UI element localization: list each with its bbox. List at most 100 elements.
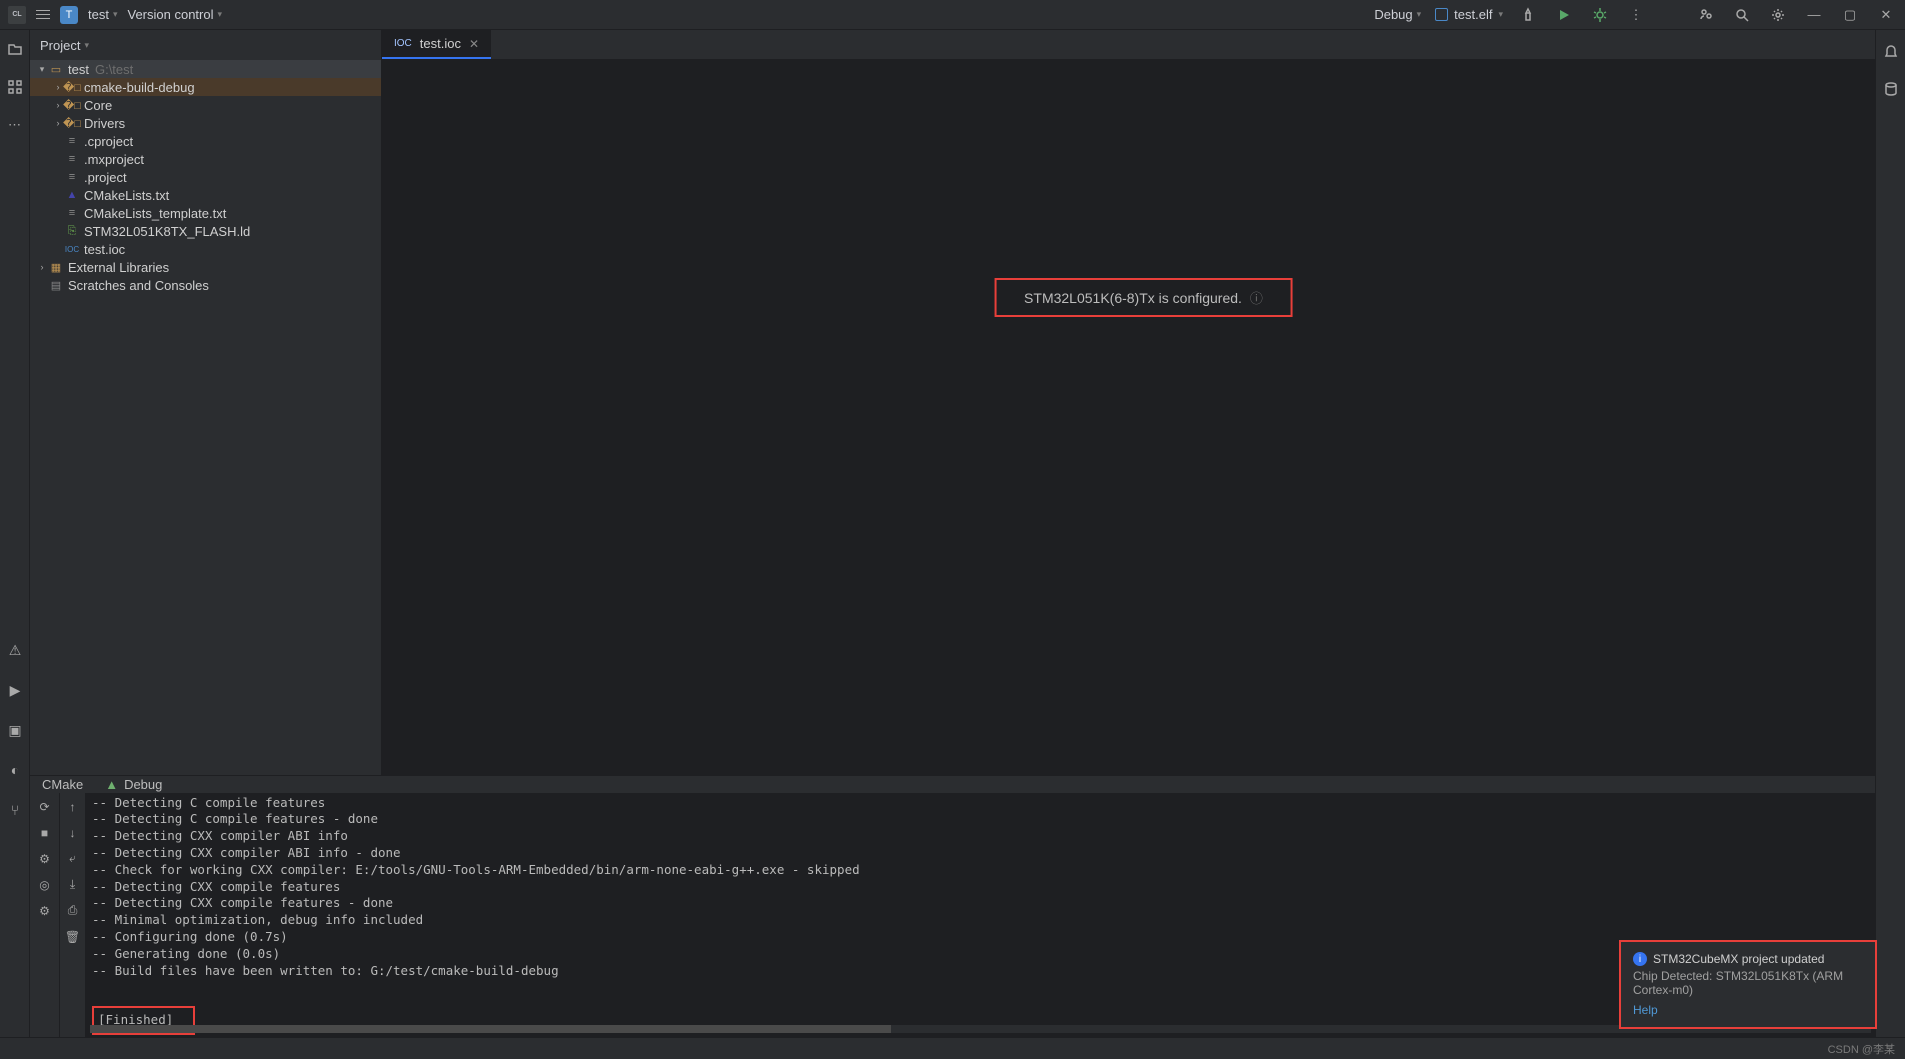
console-scrollbar[interactable] — [90, 1025, 1871, 1033]
chevron-down-icon: ▾ — [1417, 9, 1422, 20]
tree-item-label: CMakeLists.txt — [84, 188, 169, 203]
down-button[interactable]: ↓ — [65, 825, 81, 841]
tree-item-test-ioc[interactable]: IOCtest.ioc — [30, 240, 381, 258]
tree-item-label: .cproject — [84, 134, 133, 149]
chevron-down-icon: ▾ — [1498, 9, 1503, 20]
tree-item-icon: �□ — [64, 99, 80, 112]
minimize-button[interactable]: — — [1803, 4, 1825, 26]
run-button[interactable] — [1553, 4, 1575, 26]
tree-item-drivers[interactable]: ›�□Drivers — [30, 114, 381, 132]
run-mode-dropdown[interactable]: Debug ▾ — [1374, 7, 1421, 22]
tree-item-icon: ▲ — [64, 189, 80, 201]
config-message: STM32L051K(6-8)Tx is configured. — [1024, 290, 1242, 306]
tree-item-icon: ▭ — [48, 63, 64, 76]
debug-button[interactable] — [1589, 4, 1611, 26]
chevron-down-icon: ▾ — [84, 40, 89, 51]
settings-tool-button[interactable]: ⚙ — [37, 903, 53, 919]
database-tool-button[interactable] — [1882, 80, 1900, 98]
structure-tool-button[interactable] — [6, 78, 24, 96]
more-button[interactable]: ⋮ — [1625, 4, 1647, 26]
tree-item-stm32l051k8tx-flash-ld[interactable]: ⎘STM32L051K8TX_FLASH.ld — [30, 222, 381, 240]
problems-button[interactable]: ⚠ — [5, 640, 25, 660]
tree-item-icon: ≡ — [64, 135, 80, 147]
tree-item-icon: ▤ — [48, 279, 64, 292]
tab-close-button[interactable]: ✕ — [469, 37, 479, 51]
reload-button[interactable]: ⟳ — [37, 799, 53, 815]
project-tool-button[interactable] — [6, 40, 24, 58]
tree-item-label: .project — [84, 170, 127, 185]
tree-item-icon: ≡ — [64, 153, 80, 165]
services-button[interactable]: ▶ — [5, 680, 25, 700]
maximize-button[interactable]: ▢ — [1839, 4, 1861, 26]
debug-tab-label: Debug — [124, 777, 162, 792]
toast-title: STM32CubeMX project updated — [1653, 952, 1824, 966]
debug-tab[interactable]: ▲ Debug — [105, 777, 162, 792]
help-icon[interactable]: ⓘ — [1250, 288, 1263, 307]
console-line: -- Detecting CXX compiler ABI info — [92, 828, 1869, 845]
toast-help-link[interactable]: Help — [1633, 1003, 1863, 1017]
tree-arrow-icon: › — [36, 262, 48, 272]
console-output[interactable]: -- Detecting C compile features-- Detect… — [86, 793, 1875, 1037]
tree-item-label: Core — [84, 98, 112, 113]
tree-item-cmakelists-template-txt[interactable]: ≡CMakeLists_template.txt — [30, 204, 381, 222]
soft-wrap-button[interactable]: ⤶ — [65, 851, 81, 867]
console-line: -- Generating done (0.0s) — [92, 946, 1869, 963]
more-tools-button[interactable]: ⋯ — [6, 116, 24, 134]
tree-item-label: test — [68, 62, 89, 77]
info-icon: i — [1633, 952, 1647, 966]
trash-button[interactable]: 🗑 — [65, 929, 81, 945]
search-button[interactable] — [1731, 4, 1753, 26]
config-icon — [1435, 8, 1448, 21]
stop-button[interactable]: ■ — [37, 825, 53, 841]
todo-button[interactable]: ◐ — [5, 760, 25, 780]
run-config-label: test.elf — [1454, 7, 1492, 22]
cmake-tool-button[interactable]: ⚙ — [37, 851, 53, 867]
tree-item-label: cmake-build-debug — [84, 80, 195, 95]
tab-test-ioc[interactable]: IOC test.ioc ✕ — [382, 30, 491, 59]
chevron-down-icon: ▾ — [218, 9, 223, 20]
project-badge: T — [60, 6, 78, 24]
tree-item-external-libraries[interactable]: ›▦External Libraries — [30, 258, 381, 276]
notifications-button[interactable] — [1882, 42, 1900, 60]
tree-item--cproject[interactable]: ≡ .cproject — [30, 132, 381, 150]
tree-item-label: STM32L051K8TX_FLASH.ld — [84, 224, 250, 239]
vcs-dropdown[interactable]: Version control ▾ — [128, 7, 223, 22]
tree-item-scratches-and-consoles[interactable]: ▤ Scratches and Consoles — [30, 276, 381, 294]
tree-item-core[interactable]: ›�□Core — [30, 96, 381, 114]
build-button[interactable] — [1517, 4, 1539, 26]
tree-item-cmakelists-txt[interactable]: ▲ CMakeLists.txt — [30, 186, 381, 204]
debug-tab-icon: ▲ — [105, 777, 118, 792]
watermark: CSDN @李某 — [1828, 1041, 1895, 1057]
tree-item-cmake-build-debug[interactable]: ›�□cmake-build-debug — [30, 78, 381, 96]
sidebar-title: Project — [40, 38, 80, 53]
tree-item-label: .mxproject — [84, 152, 144, 167]
tree-item--project[interactable]: ≡.project — [30, 168, 381, 186]
notification-toast: i STM32CubeMX project updated Chip Detec… — [1619, 940, 1877, 1029]
tree-item--mxproject[interactable]: ≡ .mxproject — [30, 150, 381, 168]
tree-item-icon: ▦ — [48, 261, 64, 274]
main-menu-button[interactable] — [36, 10, 50, 19]
up-button[interactable]: ↑ — [65, 799, 81, 815]
target-button[interactable]: ◎ — [37, 877, 53, 893]
tree-item-test[interactable]: ▾▭testG:\test — [30, 60, 381, 78]
project-dropdown[interactable]: test ▾ — [88, 7, 118, 22]
editor-status-message: STM32L051K(6-8)Tx is configured. ⓘ — [994, 278, 1293, 317]
close-button[interactable]: ✕ — [1875, 4, 1897, 26]
print-button[interactable]: ⎙ — [65, 903, 81, 919]
terminal-button[interactable]: ▣ — [5, 720, 25, 740]
git-button[interactable]: ⑂ — [5, 800, 25, 820]
chevron-down-icon: ▾ — [113, 9, 118, 20]
run-config-dropdown[interactable]: test.elf ▾ — [1435, 7, 1503, 22]
cmake-tab[interactable]: CMake — [42, 777, 83, 792]
scroll-to-end-button[interactable]: ⤓ — [65, 877, 81, 893]
code-with-me-button[interactable] — [1695, 4, 1717, 26]
console-line: -- Detecting C compile features - done — [92, 811, 1869, 828]
tree-item-path: G:\test — [95, 62, 133, 77]
tree-item-icon: ≡ — [64, 207, 80, 219]
settings-button[interactable] — [1767, 4, 1789, 26]
app-logo: CL — [8, 6, 26, 24]
console-line: -- Detecting CXX compiler ABI info - don… — [92, 845, 1869, 862]
console-line: -- Configuring done (0.7s) — [92, 929, 1869, 946]
project-view-dropdown[interactable]: Project ▾ — [40, 38, 89, 53]
tree-item-label: Scratches and Consoles — [68, 278, 209, 293]
